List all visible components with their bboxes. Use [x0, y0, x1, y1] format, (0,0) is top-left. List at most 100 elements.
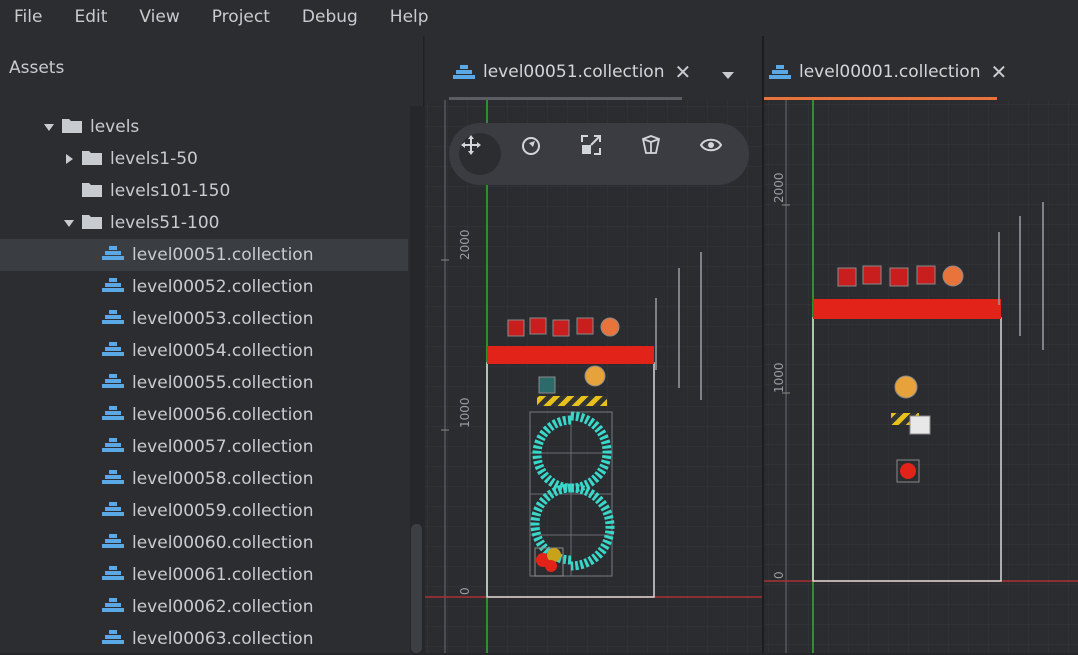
menu-help[interactable]: Help: [374, 0, 445, 36]
menu-debug[interactable]: Debug: [286, 0, 374, 36]
collection-icon: [102, 373, 124, 394]
menu-file[interactable]: File: [0, 0, 58, 36]
collection-icon: [102, 629, 124, 650]
menu-project[interactable]: Project: [196, 0, 286, 36]
level-top-bar: [487, 346, 654, 364]
scrollbar-thumb[interactable]: [411, 524, 422, 653]
asset-tree: levels levels1-50 levels101-150 levels51-10…: [0, 111, 408, 655]
tree-folder-item[interactable]: levels: [0, 111, 408, 143]
collection-icon: [102, 565, 124, 586]
tree-item-label: levels1-50: [110, 149, 198, 169]
tree-file-item[interactable]: level00059.collection: [0, 495, 408, 527]
tree-item-label: level00062.collection: [132, 597, 314, 617]
tree-file-item[interactable]: level00056.collection: [0, 399, 408, 431]
tree-file-item[interactable]: level00055.collection: [0, 367, 408, 399]
transform-toolbar: [449, 123, 749, 185]
tree-item-label: level00059.collection: [132, 501, 314, 521]
rotate-tool[interactable]: [519, 133, 561, 175]
expand-right-icon[interactable]: [62, 152, 76, 166]
collection-icon: [102, 437, 124, 458]
tab-bar-right: level00001.collection ✕: [764, 36, 1078, 100]
collection-icon: [102, 277, 124, 298]
move-icon: [461, 135, 481, 155]
tree-file-item[interactable]: level00057.collection: [0, 431, 408, 463]
tree-file-item[interactable]: level00060.collection: [0, 527, 408, 559]
tab-level00051[interactable]: level00051.collection ✕: [453, 58, 691, 86]
menu-edit[interactable]: Edit: [58, 0, 123, 36]
camera-reset-tool[interactable]: [699, 133, 741, 175]
ruler-label-0: 0: [458, 587, 472, 595]
tree-item-label: level00051.collection: [132, 245, 314, 265]
tree-item-label: level00063.collection: [132, 629, 314, 649]
scale-tool[interactable]: [579, 133, 621, 175]
tree-folder-item[interactable]: levels51-100: [0, 207, 408, 239]
collection-icon: [102, 501, 124, 522]
tree-item-label: levels101-150: [110, 181, 231, 201]
collection-icon: [102, 469, 124, 490]
close-icon[interactable]: ✕: [674, 60, 691, 84]
tree-item-label: level00061.collection: [132, 565, 314, 585]
tree-item-label: level00055.collection: [132, 373, 314, 393]
tree-item-label: level00054.collection: [132, 341, 314, 361]
collection-icon: [102, 309, 124, 330]
tree-item-label: levels: [90, 117, 140, 137]
tree-item-label: level00058.collection: [132, 469, 314, 489]
editor-pane-left: level00051.collection ✕ 2000 1000 0: [425, 36, 762, 653]
perspective-icon: [641, 135, 661, 154]
ruler-label-2000: 2000: [458, 229, 472, 260]
scene-canvas-right[interactable]: 2000 1000 0: [764, 100, 1078, 653]
assets-title: Assets: [9, 58, 65, 78]
tab-label: level00051.collection: [483, 62, 665, 82]
tree-file-item[interactable]: level00051.collection: [0, 239, 408, 271]
scene-viewport-left[interactable]: 2000 1000 0: [425, 100, 762, 653]
level-top-bar: [813, 299, 1001, 319]
editor-pane-right: level00001.collection ✕ 2000 1000 0: [762, 36, 1078, 653]
tree-folder-item[interactable]: levels101-150: [0, 175, 408, 207]
tab-label: level00001.collection: [799, 62, 981, 82]
folder-icon: [82, 213, 102, 234]
collection-icon: [453, 65, 475, 79]
tree-item-label: level00056.collection: [132, 405, 314, 425]
tree-item-label: level00052.collection: [132, 277, 314, 297]
folder-icon: [82, 181, 102, 202]
chevron-down-icon[interactable]: [720, 67, 736, 83]
ruler-label-2000: 2000: [772, 172, 786, 203]
collection-icon: [102, 533, 124, 554]
assets-panel: Assets levels levels1-50 levels101-150 leve…: [0, 36, 424, 653]
folder-icon: [62, 117, 82, 138]
menu-bar: File Edit View Project Debug Help: [0, 0, 1078, 36]
ruler-label-1000: 1000: [772, 362, 786, 393]
folder-icon: [82, 149, 102, 170]
eye-reset-icon: [699, 138, 723, 152]
perspective-tool[interactable]: [639, 133, 681, 175]
expand-down-icon[interactable]: [62, 216, 76, 230]
tree-folder-item[interactable]: levels1-50: [0, 143, 408, 175]
tab-bar-left: level00051.collection ✕: [425, 36, 762, 100]
menu-view[interactable]: View: [123, 0, 195, 36]
tree-file-item[interactable]: level00052.collection: [0, 271, 408, 303]
tree-file-item[interactable]: level00063.collection: [0, 623, 408, 655]
tab-level00001[interactable]: level00001.collection ✕: [769, 58, 1007, 86]
rotate-icon: [522, 137, 540, 155]
collection-icon: [102, 341, 124, 362]
tree-item-label: levels51-100: [110, 213, 220, 233]
tree-item-label: level00057.collection: [132, 437, 314, 457]
tree-file-item[interactable]: level00062.collection: [0, 591, 408, 623]
move-tool[interactable]: [459, 133, 501, 175]
collection-icon: [102, 405, 124, 426]
scene-viewport-right[interactable]: 2000 1000 0: [764, 100, 1078, 653]
tree-file-item[interactable]: level00053.collection: [0, 303, 408, 335]
tree-file-item[interactable]: level00061.collection: [0, 559, 408, 591]
collection-icon: [102, 597, 124, 618]
expand-down-icon[interactable]: [42, 120, 56, 134]
tree-file-item[interactable]: level00058.collection: [0, 463, 408, 495]
ruler-label-1000: 1000: [458, 397, 472, 428]
scale-icon: [581, 135, 601, 155]
collection-icon: [769, 65, 791, 79]
tree-item-label: level00053.collection: [132, 309, 314, 329]
collection-icon: [102, 245, 124, 266]
tree-item-label: level00060.collection: [132, 533, 314, 553]
close-icon[interactable]: ✕: [990, 60, 1007, 84]
tree-file-item[interactable]: level00054.collection: [0, 335, 408, 367]
